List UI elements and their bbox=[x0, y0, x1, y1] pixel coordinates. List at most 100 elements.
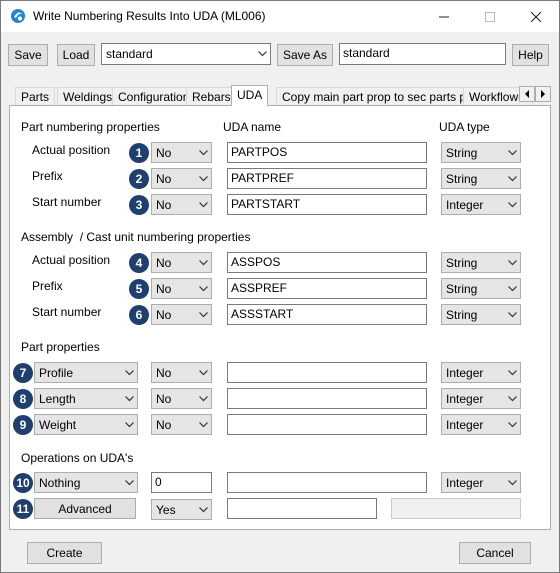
property-3-select[interactable]: Weight bbox=[34, 414, 138, 435]
window-title: Write Numbering Results Into UDA (ML006) bbox=[33, 9, 266, 23]
maximize-button[interactable] bbox=[467, 1, 513, 32]
chevron-down-icon bbox=[504, 363, 520, 382]
callout-badge-9: 9 bbox=[13, 415, 33, 435]
part-actual-position-enable-select[interactable]: No bbox=[151, 142, 212, 163]
part-prefix-label: Prefix bbox=[32, 169, 63, 183]
scroll-right-icon bbox=[541, 90, 545, 98]
callout-badge-2: 2 bbox=[129, 169, 149, 189]
help-button[interactable]: Help bbox=[512, 44, 549, 66]
part-prefix-uda-input[interactable]: PARTPREF bbox=[227, 168, 427, 189]
load-button[interactable]: Load bbox=[57, 44, 95, 66]
property-2-select[interactable]: Length bbox=[34, 388, 138, 409]
select-value: No bbox=[156, 281, 172, 296]
property-2-type-select[interactable]: Integer bbox=[441, 388, 521, 409]
close-button[interactable] bbox=[513, 1, 559, 32]
assembly-prefix-uda-input[interactable]: ASSPREF bbox=[227, 278, 427, 299]
assembly-prefix-type-select[interactable]: String bbox=[441, 278, 521, 299]
chevron-down-icon bbox=[195, 389, 211, 408]
chevron-down-icon bbox=[504, 279, 520, 298]
property-1-select[interactable]: Profile bbox=[34, 362, 138, 383]
chevron-down-icon bbox=[504, 143, 520, 162]
create-button[interactable]: Create bbox=[27, 542, 102, 564]
assembly-start-number-uda-input[interactable]: ASSSTART bbox=[227, 304, 427, 325]
callout-badge-10: 10 bbox=[13, 473, 33, 493]
chevron-down-icon bbox=[195, 305, 211, 324]
select-value: No bbox=[156, 307, 172, 322]
part-prefix-enable-select[interactable]: No bbox=[151, 168, 212, 189]
chevron-down-icon bbox=[195, 143, 211, 162]
select-value: No bbox=[156, 391, 172, 406]
chevron-down-icon bbox=[121, 415, 137, 434]
assembly-header-a: Assembly bbox=[21, 230, 74, 244]
operation-mode-select[interactable]: Nothing bbox=[34, 472, 138, 493]
property-1-enable-select[interactable]: No bbox=[151, 362, 212, 383]
select-value: No bbox=[156, 255, 172, 270]
chevron-down-icon bbox=[504, 305, 520, 324]
select-value: Nothing bbox=[39, 475, 81, 490]
chevron-down-icon bbox=[504, 169, 520, 188]
property-1-uda-input[interactable] bbox=[227, 362, 427, 383]
tab-scroll-left-button[interactable] bbox=[519, 86, 535, 102]
chevron-down-icon bbox=[195, 415, 211, 434]
close-icon bbox=[530, 11, 542, 23]
advanced-button[interactable]: Advanced bbox=[34, 498, 136, 519]
advanced-uda-input[interactable] bbox=[227, 498, 377, 519]
uda-name-header: UDA name bbox=[223, 120, 282, 134]
advanced-disabled-field bbox=[391, 498, 521, 519]
advanced-enable-select[interactable]: Yes bbox=[151, 499, 212, 520]
select-value: Integer bbox=[446, 475, 484, 490]
tab-rebars[interactable]: Rebars bbox=[186, 87, 237, 105]
part-start-number-type-select[interactable]: Integer bbox=[441, 194, 521, 215]
assembly-header-b: Cast unit numbering properties bbox=[86, 230, 251, 244]
tab-parts[interactable]: Parts bbox=[15, 87, 56, 105]
chevron-down-icon bbox=[195, 279, 211, 298]
operations-header: Operations on UDA's bbox=[21, 451, 134, 465]
operation-uda-input[interactable] bbox=[227, 472, 427, 493]
tab-scroll-right-button[interactable] bbox=[535, 86, 551, 102]
cancel-button[interactable]: Cancel bbox=[459, 542, 531, 564]
chevron-down-icon bbox=[504, 415, 520, 434]
preset-select[interactable]: standard bbox=[101, 43, 271, 65]
save-button[interactable]: Save bbox=[8, 44, 48, 66]
property-3-uda-input[interactable] bbox=[227, 414, 427, 435]
chevron-down-icon bbox=[504, 195, 520, 214]
tab-uda[interactable]: UDA bbox=[231, 85, 269, 106]
property-3-enable-select[interactable]: No bbox=[151, 414, 212, 435]
tab-copy-main-part-prop[interactable]: Copy main part prop to sec parts prop bbox=[276, 87, 490, 105]
select-value: Integer bbox=[446, 391, 484, 406]
part-prefix-type-select[interactable]: String bbox=[441, 168, 521, 189]
minimize-icon bbox=[439, 16, 449, 18]
assembly-actual-position-type-select[interactable]: String bbox=[441, 252, 521, 273]
assembly-start-number-enable-select[interactable]: No bbox=[151, 304, 212, 325]
part-start-number-uda-input[interactable]: PARTSTART bbox=[227, 194, 427, 215]
property-1-type-select[interactable]: Integer bbox=[441, 362, 521, 383]
property-2-uda-input[interactable] bbox=[227, 388, 427, 409]
assembly-start-number-type-select[interactable]: String bbox=[441, 304, 521, 325]
operation-type-select[interactable]: Integer bbox=[441, 472, 521, 493]
uda-tab-panel: Part numbering properties UDA name UDA t… bbox=[9, 105, 551, 530]
part-start-number-enable-select[interactable]: No bbox=[151, 194, 212, 215]
save-as-name-input[interactable]: standard bbox=[339, 43, 506, 65]
assembly-header: Assembly / Cast unit numbering propertie… bbox=[21, 230, 250, 244]
select-value: String bbox=[446, 307, 478, 322]
operation-value-input[interactable]: 0 bbox=[151, 472, 212, 493]
select-value: No bbox=[156, 417, 172, 432]
tab-configuration[interactable]: Configuration bbox=[112, 87, 196, 105]
save-as-button[interactable]: Save As bbox=[277, 44, 333, 66]
select-value: No bbox=[156, 197, 172, 212]
part-actual-position-uda-input[interactable]: PARTPOS bbox=[227, 142, 427, 163]
minimize-button[interactable] bbox=[421, 1, 467, 32]
assembly-actual-position-label: Actual position bbox=[32, 253, 111, 267]
assembly-actual-position-uda-input[interactable]: ASSPOS bbox=[227, 252, 427, 273]
part-properties-header: Part properties bbox=[21, 340, 100, 354]
assembly-actual-position-enable-select[interactable]: No bbox=[151, 252, 212, 273]
property-3-type-select[interactable]: Integer bbox=[441, 414, 521, 435]
part-actual-position-type-select[interactable]: String bbox=[441, 142, 521, 163]
chevron-down-icon bbox=[195, 253, 211, 272]
chevron-down-icon bbox=[195, 195, 211, 214]
callout-badge-6: 6 bbox=[129, 305, 149, 325]
assembly-prefix-enable-select[interactable]: No bbox=[151, 278, 212, 299]
chevron-down-icon bbox=[504, 473, 520, 492]
tab-weldings[interactable]: Weldings bbox=[57, 87, 119, 105]
property-2-enable-select[interactable]: No bbox=[151, 388, 212, 409]
